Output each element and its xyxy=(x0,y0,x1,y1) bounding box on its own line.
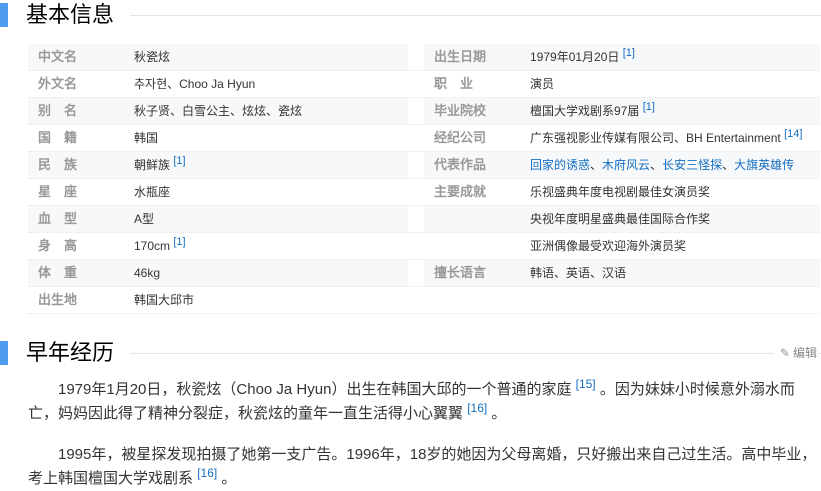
work-link[interactable]: 回家的诱惑 xyxy=(530,158,590,172)
info-row: 国 籍 韩国 经纪公司 广东强视影业传媒有限公司、BH Entertainment … xyxy=(28,125,820,152)
citation-link[interactable]: [1] xyxy=(173,236,185,248)
info-value: 秋子贤、白雪公主、炫炫、瓷炫 xyxy=(134,104,303,118)
info-row: 民 族朝鲜族 [1] 代表作品 回家的诱惑、木府风云、长安三怪探、大旗英雄传 xyxy=(28,152,820,179)
info-label: 代表作品 xyxy=(434,157,487,172)
info-row: 中文名 秋瓷炫 出生日期 1979年01月20日 [1] xyxy=(28,44,820,71)
paragraph: 1979年1月20日，秋瓷炫（Choo Ja Hyun）出生在韩国大邱的一个普通… xyxy=(28,378,818,426)
info-label: 经纪公司 xyxy=(434,130,487,145)
info-row: 身 高 170cm [1] 亚洲偶像最受欢迎海外演员奖 xyxy=(28,233,820,260)
info-label: 体 重 xyxy=(38,265,78,280)
citation-link[interactable]: [1] xyxy=(173,155,185,167)
citation-link[interactable]: [1] xyxy=(623,47,635,59)
pencil-icon: ✎ xyxy=(779,346,790,360)
info-row: 血 型 A型 央视年度明星盛典最佳国际合作奖 xyxy=(28,206,820,233)
info-label: 别 名 xyxy=(38,103,78,118)
basic-info-table: 中文名 秋瓷炫 出生日期 1979年01月20日 [1] 外文名 추자현、Choo Ja… xyxy=(28,44,820,314)
info-row: 体 重 46kg 擅长语言 韩语、英语、汉语 xyxy=(28,260,820,287)
section-title: 早年经历 xyxy=(26,338,123,368)
info-row: 外文名 추자현、Choo Ja Hyun 职 业 演员 xyxy=(28,71,820,98)
paragraph-text: 1995年，被星探发现拍摄了她第一支广告。1996年，18岁的她因为父母离婚，只… xyxy=(28,446,817,487)
info-value: 广东强视影业传媒有限公司、BH Entertainment [14] xyxy=(530,128,803,146)
info-row: 别 名 秋子贤、白雪公主、炫炫、瓷炫 毕业院校 檀国大学戏剧系97届 [1] xyxy=(28,98,820,125)
citation-link[interactable]: [14] xyxy=(784,128,802,140)
info-value: 亚洲偶像最受欢迎海外演员奖 xyxy=(530,239,687,253)
work-link[interactable]: 木府风云 xyxy=(602,158,650,172)
info-value: 韩语、英语、汉语 xyxy=(530,266,627,280)
info-label: 主要成就 xyxy=(434,184,487,199)
info-value: 水瓶座 xyxy=(134,185,171,199)
section-title: 基本信息 xyxy=(26,0,123,30)
citation-link[interactable]: [16] xyxy=(467,401,487,415)
info-label: 出生地 xyxy=(38,292,78,307)
info-value: 回家的诱惑、木府风云、长安三怪探、大旗英雄传 xyxy=(530,152,794,178)
work-link[interactable]: 大旗英雄传 xyxy=(734,158,794,172)
info-value: 乐视盛典年度电视剧最佳女演员奖 xyxy=(530,185,711,199)
info-row: 出生地 韩国大邱市 xyxy=(28,287,820,314)
section-divider xyxy=(130,353,821,354)
info-value: 46kg xyxy=(134,266,161,280)
paragraph: 1995年，被星探发现拍摄了她第一支广告。1996年，18岁的她因为父母离婚，只… xyxy=(28,443,818,491)
citation-link[interactable]: [15] xyxy=(576,377,596,391)
section-accent-bar xyxy=(0,3,8,27)
info-label: 中文名 xyxy=(38,49,78,64)
section-divider xyxy=(130,15,821,16)
info-label: 职 业 xyxy=(434,76,474,91)
citation-link[interactable]: [1] xyxy=(643,101,655,113)
paragraph-text: 。 xyxy=(221,470,237,487)
info-value: 秋瓷炫 xyxy=(134,50,171,64)
info-label: 国 籍 xyxy=(38,130,78,145)
separator: 、 xyxy=(722,158,735,172)
section-header-basic-info: 基本信息 xyxy=(0,0,821,30)
section-header-early-life: 早年经历 ✎ 编辑 xyxy=(0,338,821,368)
info-value: 韩国大邱市 xyxy=(134,293,195,307)
paragraph-text: 。 xyxy=(491,405,507,422)
info-value: 추자현、Choo Ja Hyun xyxy=(134,77,256,91)
info-value: 檀国大学戏剧系97届 [1] xyxy=(530,101,655,119)
info-label: 身 高 xyxy=(38,238,78,253)
edit-button[interactable]: ✎ 编辑 xyxy=(773,344,817,361)
paragraph-text: 1979年1月20日，秋瓷炫（Choo Ja Hyun）出生在韩国大邱的一个普通… xyxy=(58,381,572,398)
work-link[interactable]: 长安三怪探 xyxy=(662,158,722,172)
info-value: 朝鲜族 [1] xyxy=(134,155,186,173)
info-row: 星 座 水瓶座 主要成就 乐视盛典年度电视剧最佳女演员奖 xyxy=(28,179,820,206)
citation-link[interactable]: [16] xyxy=(197,466,217,480)
info-value: 韩国 xyxy=(134,131,159,145)
separator: 、 xyxy=(590,158,603,172)
info-label: 出生日期 xyxy=(434,49,487,64)
info-value: 170cm [1] xyxy=(134,236,186,254)
section-accent-bar xyxy=(0,341,8,365)
separator: 、 xyxy=(650,158,663,172)
info-label: 民 族 xyxy=(38,157,78,172)
edit-label: 编辑 xyxy=(792,346,817,360)
info-value: 1979年01月20日 [1] xyxy=(530,47,635,65)
info-label: 星 座 xyxy=(38,184,78,199)
info-label: 擅长语言 xyxy=(434,265,487,280)
info-label: 外文名 xyxy=(38,76,78,91)
info-label: 血 型 xyxy=(38,211,78,226)
info-value: 央视年度明星盛典最佳国际合作奖 xyxy=(530,212,711,226)
info-label: 毕业院校 xyxy=(434,103,487,118)
info-value: A型 xyxy=(134,212,155,226)
info-value: 演员 xyxy=(530,77,555,91)
